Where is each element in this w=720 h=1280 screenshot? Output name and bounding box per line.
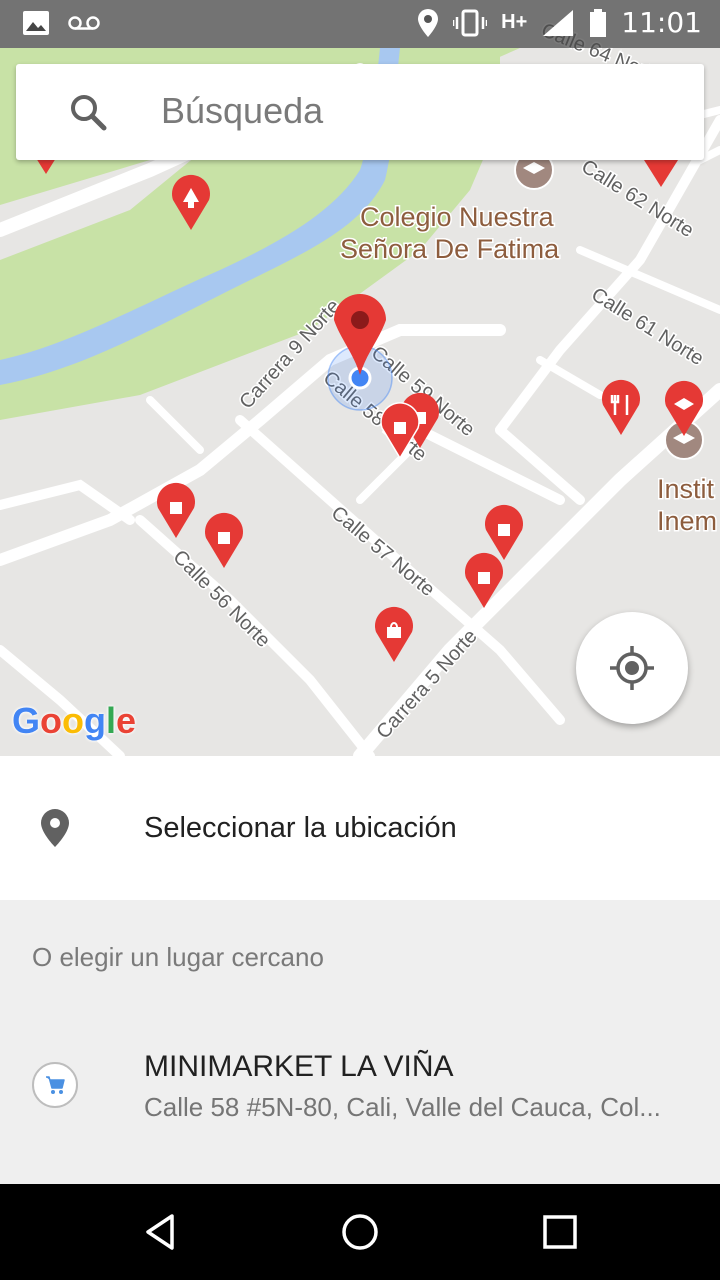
pin-restaurant [602, 379, 640, 435]
poi-label-instit-line2: Inem [657, 506, 717, 536]
vibrate-icon [453, 9, 488, 36]
search-icon [71, 95, 107, 131]
place-name: MINIMARKET LA VIÑA [144, 1050, 454, 1083]
nearby-places-section: O elegir un lugar cercano MINIMARKET LA … [0, 900, 720, 1184]
clock: 11:01 [621, 6, 702, 39]
crosshair-icon [610, 646, 654, 690]
cart-icon [32, 1062, 78, 1108]
search-input[interactable]: Búsqueda [161, 90, 323, 132]
signal-icon [543, 9, 574, 36]
location-icon [418, 8, 439, 37]
back-icon[interactable] [140, 1212, 180, 1252]
status-bar: H+ 11:01 [0, 0, 720, 48]
pin-shopping [375, 606, 413, 662]
select-location-row[interactable]: Seleccionar la ubicación [0, 756, 720, 900]
my-location-button[interactable] [576, 612, 688, 724]
select-location-label: Seleccionar la ubicación [144, 812, 457, 844]
battery-icon [590, 8, 607, 37]
network-type: H+ [501, 11, 528, 33]
pin-store-3 [157, 482, 195, 538]
poi-label-instit-line1: Instit [657, 474, 715, 504]
recents-icon[interactable] [540, 1212, 580, 1252]
pin-store-5 [485, 504, 523, 560]
navigation-bar [0, 1184, 720, 1280]
poi-label-school-line2: Señora De Fatima [340, 234, 560, 264]
place-pin-icon [41, 809, 69, 847]
poi-label-school-line1: Colegio Nuestra [360, 202, 555, 232]
image-icon [23, 11, 49, 35]
home-icon[interactable] [340, 1212, 380, 1252]
nearby-header: O elegir un lugar cercano [32, 942, 324, 972]
list-item[interactable]: MINIMARKET LA VIÑA Calle 58 #5N-80, Cali… [0, 1030, 720, 1150]
google-logo: Google [12, 700, 137, 741]
search-bar[interactable]: Búsqueda [16, 64, 704, 160]
pin-store-4 [205, 512, 243, 568]
street-label-calle57: Calle 57 Norte [327, 502, 439, 601]
voicemail-icon [68, 16, 100, 30]
place-address: Calle 58 #5N-80, Cali, Valle del Cauca, … [144, 1092, 661, 1122]
